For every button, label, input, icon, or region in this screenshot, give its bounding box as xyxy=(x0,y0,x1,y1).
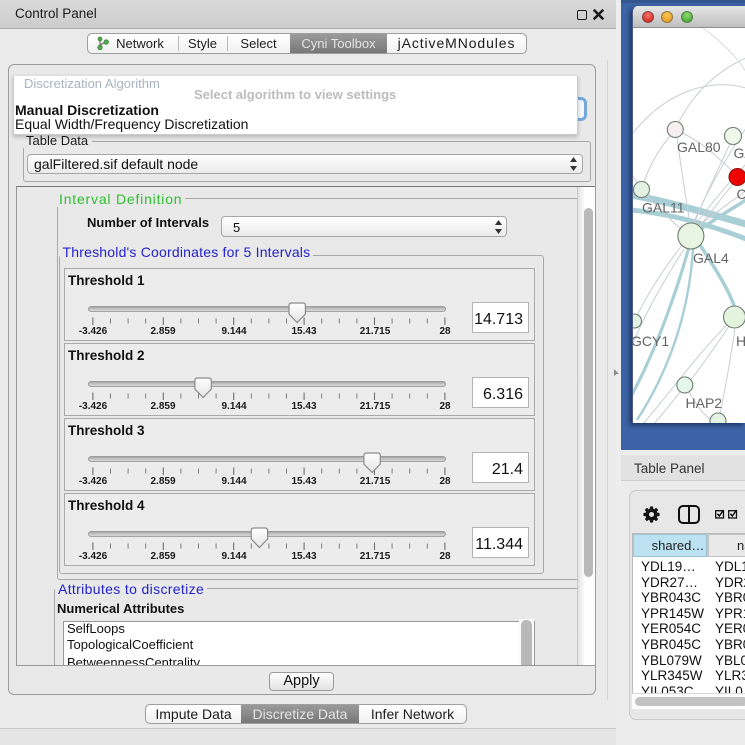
svg-text:GAL11: GAL11 xyxy=(642,200,685,216)
svg-text:GCY1: GCY1 xyxy=(633,333,669,349)
svg-text:H: H xyxy=(736,333,745,349)
svg-text:C: C xyxy=(737,186,745,202)
svg-text:HAP2: HAP2 xyxy=(686,395,723,411)
svg-text:GA: GA xyxy=(734,145,745,161)
svg-text:GAL80: GAL80 xyxy=(677,139,721,155)
svg-text:GAL4: GAL4 xyxy=(693,250,729,266)
